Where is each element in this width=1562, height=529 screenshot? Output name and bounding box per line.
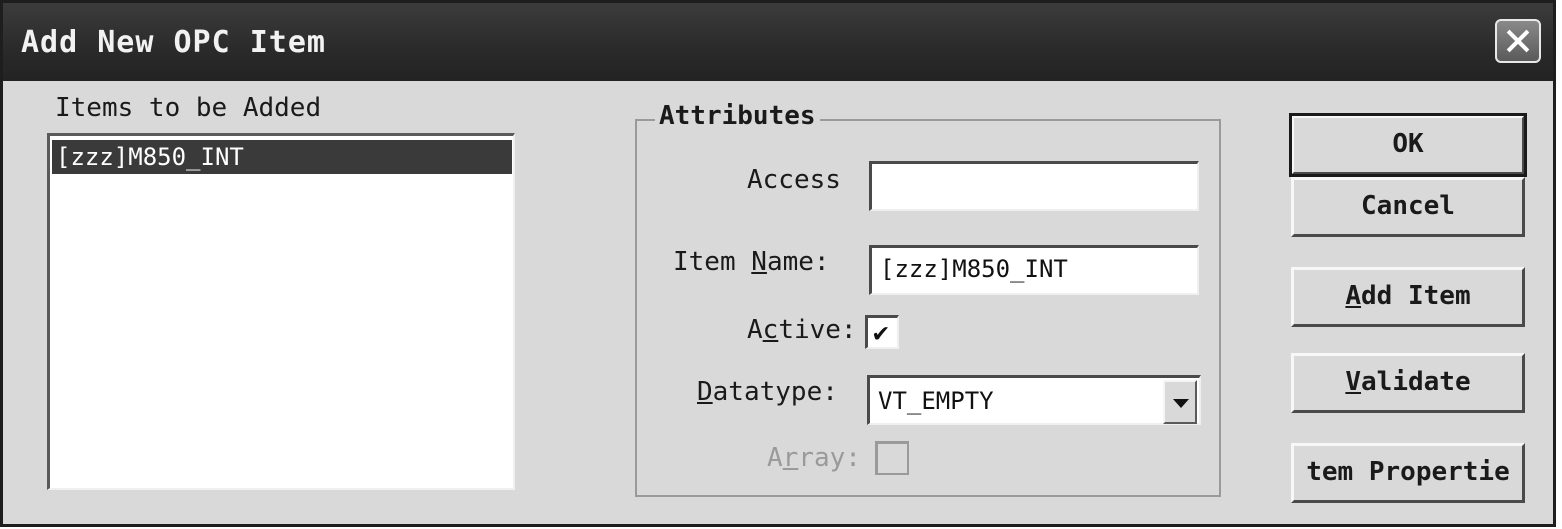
access-label: Access [747, 165, 841, 195]
attributes-group-title: Attributes [655, 101, 820, 131]
checkmark-icon: ✔ [873, 318, 889, 348]
datatype-label: Datatype: [697, 377, 838, 407]
cancel-button[interactable]: Cancel [1291, 177, 1525, 237]
items-list[interactable]: [zzz]M850_INT [47, 133, 515, 490]
array-label: Array: [767, 443, 861, 473]
list-item[interactable]: [zzz]M850_INT [52, 140, 512, 174]
validate-button[interactable]: Validate [1291, 353, 1525, 413]
close-icon[interactable] [1495, 19, 1541, 63]
items-to-be-added-label: Items to be Added [55, 93, 322, 123]
active-checkbox[interactable]: ✔ [865, 315, 899, 349]
ok-button[interactable]: OK [1289, 113, 1527, 177]
datatype-select[interactable]: VT_EMPTY [867, 375, 1201, 425]
item-properties-button[interactable]: tem Propertie [1291, 443, 1525, 503]
title-bar: Add New OPC Item [3, 3, 1553, 81]
datatype-value: VT_EMPTY [878, 387, 994, 415]
window-title: Add New OPC Item [21, 25, 326, 60]
access-field[interactable] [869, 161, 1199, 211]
array-checkbox [875, 441, 909, 475]
chevron-down-icon[interactable] [1163, 380, 1197, 424]
item-name-field[interactable]: [zzz]M850_INT [869, 245, 1199, 295]
item-name-label: Item Name: [673, 247, 830, 277]
dialog-window: Add New OPC Item Items to be Added [zzz]… [0, 0, 1556, 527]
add-item-button[interactable]: Add Item [1291, 267, 1525, 327]
active-label: Active: [747, 315, 857, 345]
